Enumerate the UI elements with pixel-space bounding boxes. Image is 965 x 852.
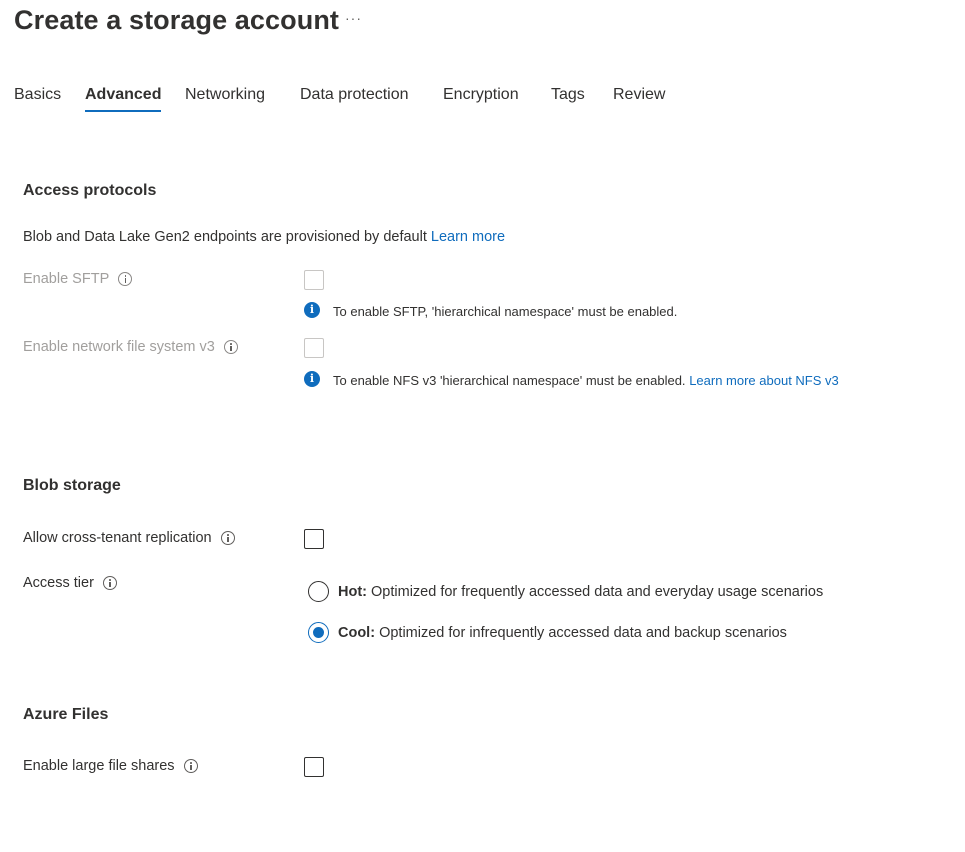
tab-tags[interactable]: Tags — [551, 86, 585, 110]
more-options-button[interactable]: ··· — [345, 10, 362, 26]
access-tier-cool-option[interactable]: Cool: Optimized for infrequently accesse… — [308, 622, 787, 643]
info-icon[interactable] — [223, 340, 238, 354]
page-title: Create a storage account — [14, 5, 340, 35]
info-icon[interactable] — [220, 531, 235, 545]
hot-option-text: Hot: Optimized for frequently accessed d… — [338, 584, 823, 600]
info-icon[interactable] — [183, 759, 198, 773]
cool-option-name: Cool: — [338, 624, 376, 641]
cross-tenant-replication-label: Allow cross-tenant replication — [23, 530, 212, 546]
enable-nfs-label-row: Enable network file system v3 — [23, 339, 238, 355]
access-protocols-description: Blob and Data Lake Gen2 endpoints are pr… — [23, 229, 505, 245]
access-tier-label: Access tier — [23, 575, 94, 591]
learn-more-nfs-link[interactable]: Learn more about NFS v3 — [689, 373, 839, 388]
tab-basics[interactable]: Basics — [14, 86, 61, 110]
cross-tenant-label-row: Allow cross-tenant replication — [23, 530, 235, 546]
nfs-notice: i To enable NFS v3 'hierarchical namespa… — [304, 371, 843, 391]
tab-data-protection[interactable]: Data protection — [300, 86, 409, 110]
large-file-shares-checkbox[interactable] — [304, 757, 324, 777]
enable-sftp-checkbox — [304, 270, 324, 290]
tab-encryption[interactable]: Encryption — [443, 86, 519, 110]
enable-nfs-label: Enable network file system v3 — [23, 339, 215, 355]
section-title-blob-storage: Blob storage — [23, 477, 121, 494]
enable-sftp-label: Enable SFTP — [23, 271, 110, 287]
info-icon[interactable] — [102, 576, 117, 590]
large-file-shares-label: Enable large file shares — [23, 758, 175, 774]
cross-tenant-replication-checkbox[interactable] — [304, 529, 324, 549]
section-title-azure-files: Azure Files — [23, 706, 109, 723]
section-title-access-protocols: Access protocols — [23, 182, 157, 199]
tab-networking[interactable]: Networking — [185, 86, 265, 110]
create-storage-account-page: Create a storage account ··· Basics Adva… — [0, 0, 965, 852]
sftp-notice-text: To enable SFTP, 'hierarchical namespace'… — [333, 304, 678, 319]
learn-more-link[interactable]: Learn more — [431, 229, 505, 245]
cool-radio[interactable] — [308, 622, 329, 643]
hot-radio[interactable] — [308, 581, 329, 602]
nfs-notice-message: To enable NFS v3 'hierarchical namespace… — [333, 373, 686, 388]
hot-option-description: Optimized for frequently accessed data a… — [371, 583, 824, 600]
access-tier-label-row: Access tier — [23, 575, 117, 591]
cool-option-description: Optimized for infrequently accessed data… — [379, 624, 787, 641]
tab-advanced[interactable]: Advanced — [85, 86, 162, 112]
tab-review[interactable]: Review — [613, 86, 665, 110]
sftp-notice: i To enable SFTP, 'hierarchical namespac… — [304, 302, 843, 322]
large-file-shares-label-row: Enable large file shares — [23, 758, 198, 774]
info-filled-icon: i — [304, 302, 320, 318]
nfs-notice-text: To enable NFS v3 'hierarchical namespace… — [333, 371, 843, 391]
info-filled-icon: i — [304, 371, 320, 387]
enable-sftp-label-row: Enable SFTP — [23, 271, 133, 287]
description-text: Blob and Data Lake Gen2 endpoints are pr… — [23, 229, 427, 245]
hot-option-name: Hot: — [338, 583, 367, 600]
cool-option-text: Cool: Optimized for infrequently accesse… — [338, 625, 787, 641]
enable-nfs-checkbox — [304, 338, 324, 358]
info-icon[interactable] — [118, 272, 133, 286]
access-tier-hot-option[interactable]: Hot: Optimized for frequently accessed d… — [308, 581, 823, 602]
